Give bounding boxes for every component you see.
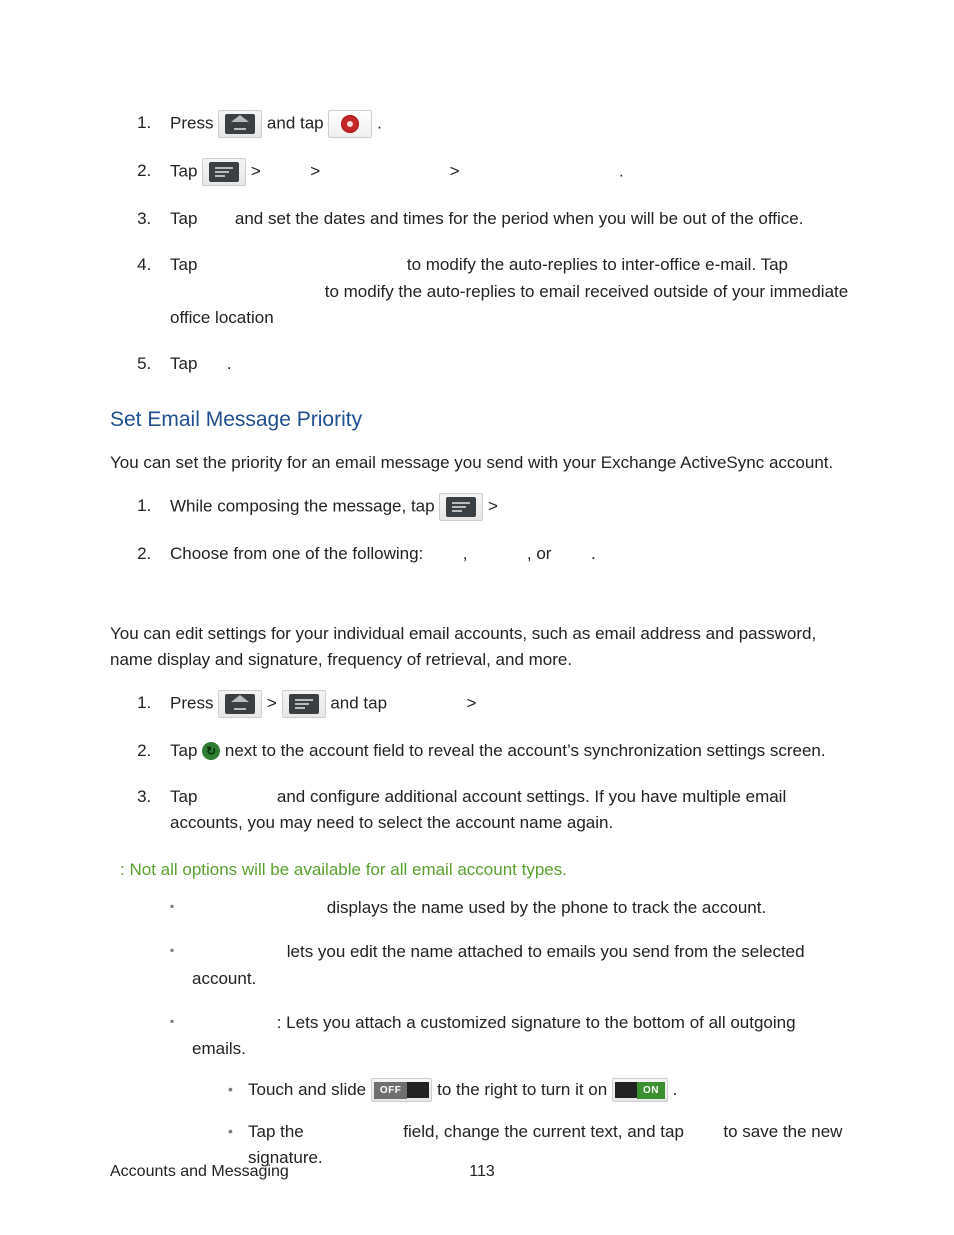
footer-section-title: Accounts and Messaging [110,1163,289,1180]
text: > [450,161,465,180]
text: lets you edit the name attached to email… [192,942,805,987]
toggle-knob [407,1082,429,1098]
step-2: Tap next to the account field to reveal … [156,738,854,764]
sync-icon [202,742,220,760]
step-1: Press and tap . [156,110,854,138]
text: displays the name used by the phone to t… [327,898,766,917]
text: to modify the auto-replies to email rece… [170,282,848,327]
step-5: Tap . [156,351,854,377]
text: to modify the auto-replies to inter-offi… [407,255,788,274]
text: > [251,161,266,180]
text: . [591,544,596,563]
bullet-account-name: displays the name used by the phone to t… [170,895,854,921]
toggle-on-label: ON [637,1082,665,1100]
text: Touch and slide [248,1080,371,1099]
toggle-off-label: OFF [374,1082,408,1100]
text: > [267,693,282,712]
text: Choose from one of the following: [170,544,428,563]
text: and tap [330,693,391,712]
note-text: Not all options will be available for al… [125,860,567,879]
menu-list-icon [439,493,483,521]
text: Press [170,693,218,712]
note-line: : Not all options will be available for … [120,857,854,883]
page: Press and tap . Tap > > > . Ta [0,0,954,1235]
home-icon [218,690,262,718]
text: > [488,496,498,515]
toggle-off-icon: OFF [371,1078,433,1102]
page-footer: Accounts and Messaging 113 [110,1160,854,1185]
page-number: 113 [469,1160,495,1185]
text: > [467,693,477,712]
text: field, change the current text, and tap [403,1122,688,1141]
step-3: Tap and configure additional account set… [156,784,854,837]
app-red-circle-icon [328,110,372,138]
toggle-knob [615,1082,637,1098]
step-4: Tap to modify the auto-replies to inter-… [156,252,854,331]
step-1: While composing the message, tap > [156,493,854,521]
text: , or [527,544,556,563]
text: and set the dates and times for the peri… [235,209,804,228]
step-1: Press > and tap > [156,690,854,718]
text: Press [170,113,218,132]
menu-list-icon [282,690,326,718]
menu-list-icon [202,158,246,186]
text: Tap [170,787,202,806]
text: next to the account field to reveal the … [225,741,826,760]
text: Tap [170,354,202,373]
text: to the right to turn it on [437,1080,612,1099]
step-3: Tap and set the dates and times for the … [156,206,854,232]
paragraph: You can edit settings for your individua… [110,621,854,674]
bullet-your-name: lets you edit the name attached to email… [170,939,854,992]
text: Tap [170,255,202,274]
bullet-list: displays the name used by the phone to t… [110,895,854,1172]
text: : Lets you attach a customized signature… [192,1013,796,1058]
sub-bullet-list: Touch and slide OFF to the right to turn… [192,1077,854,1172]
sub-bullet-toggle: Touch and slide OFF to the right to turn… [228,1077,854,1103]
text: Tap [170,209,202,228]
text: . [619,161,624,180]
text: . [377,113,382,132]
text: Tap [170,161,202,180]
text: > [310,161,325,180]
text: While composing the message, tap [170,496,439,515]
text: . [673,1080,678,1099]
step-2: Tap > > > . [156,158,854,186]
steps-list-3: Press > and tap > Tap next to the accoun… [110,690,854,837]
text: , [463,544,472,563]
text: and configure additional account setting… [170,787,786,832]
steps-list-2: While composing the message, tap > Choos… [110,493,854,567]
text: and tap [267,113,328,132]
heading-set-priority: Set Email Message Priority [110,404,854,437]
text: Tap the [248,1122,309,1141]
step-2: Choose from one of the following: , , or… [156,541,854,567]
steps-list-1: Press and tap . Tap > > > . Ta [110,110,854,378]
text: Tap [170,741,202,760]
home-icon [218,110,262,138]
bullet-signature: : Lets you attach a customized signature… [170,1010,854,1172]
text: . [227,354,232,373]
toggle-on-icon: ON [612,1078,668,1102]
paragraph: You can set the priority for an email me… [110,450,854,476]
